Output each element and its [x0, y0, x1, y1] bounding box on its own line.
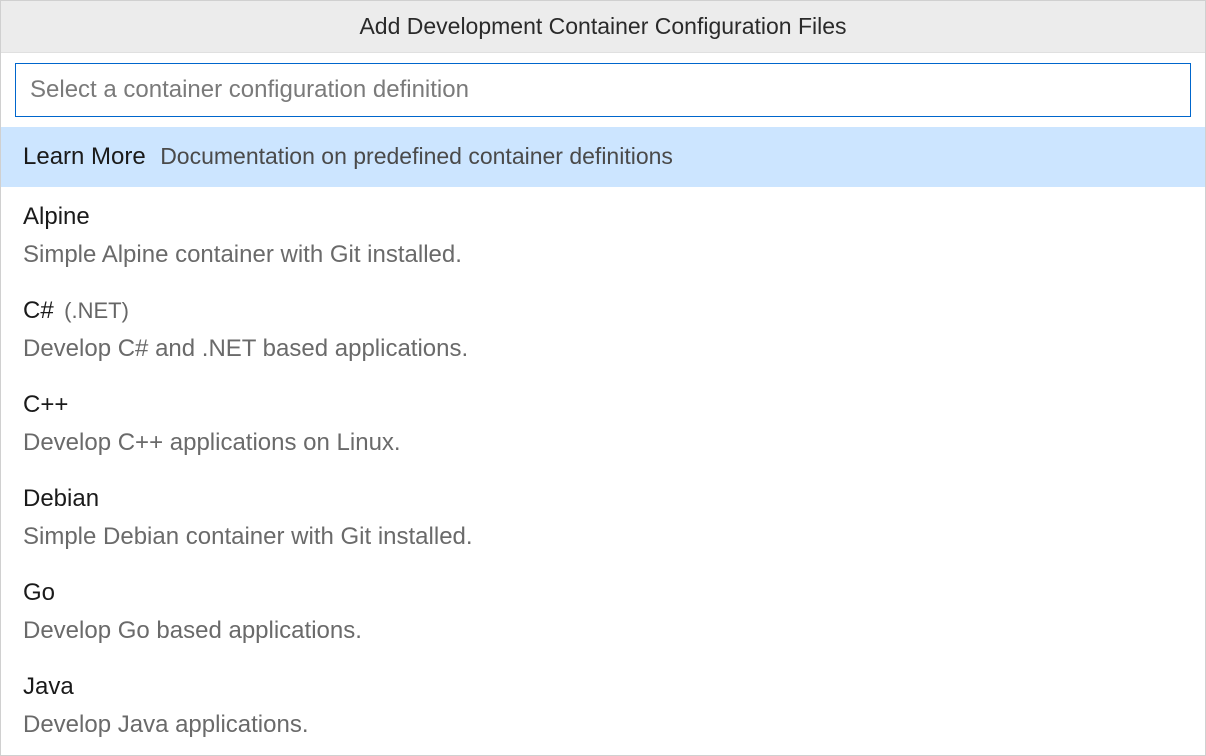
option-java8[interactable]: Java 8 — [1, 751, 1205, 755]
option-description: Develop C# and .NET based applications. — [23, 331, 1183, 367]
option-title: Alpine — [23, 203, 90, 230]
options-list: Learn More Documentation on predefined c… — [1, 127, 1205, 755]
quickpick-panel: Add Development Container Configuration … — [0, 0, 1206, 756]
search-input[interactable] — [15, 63, 1191, 117]
option-debian[interactable]: Debian Simple Debian container with Git … — [1, 469, 1205, 563]
option-description: Develop Java applications. — [23, 707, 1183, 743]
learn-more-label: Learn More — [23, 143, 146, 170]
option-title: Go — [23, 579, 55, 606]
option-cpp[interactable]: C++ Develop C++ applications on Linux. — [1, 375, 1205, 469]
option-title: C++ — [23, 391, 68, 418]
option-suffix: (.NET) — [64, 298, 129, 323]
panel-title: Add Development Container Configuration … — [1, 1, 1205, 53]
option-description: Develop Go based applications. — [23, 613, 1183, 649]
option-java[interactable]: Java Develop Java applications. — [1, 657, 1205, 751]
option-title: Debian — [23, 485, 99, 512]
option-description: Develop C++ applications on Linux. — [23, 425, 1183, 461]
option-title: C# — [23, 297, 54, 324]
search-wrapper — [1, 53, 1205, 127]
learn-more-item[interactable]: Learn More Documentation on predefined c… — [1, 127, 1205, 187]
option-csharp[interactable]: C# (.NET) Develop C# and .NET based appl… — [1, 281, 1205, 375]
option-description: Simple Alpine container with Git install… — [23, 237, 1183, 273]
option-title: Java — [23, 673, 74, 700]
option-alpine[interactable]: Alpine Simple Alpine container with Git … — [1, 187, 1205, 281]
learn-more-description: Documentation on predefined container de… — [160, 143, 673, 169]
option-go[interactable]: Go Develop Go based applications. — [1, 563, 1205, 657]
option-description: Simple Debian container with Git install… — [23, 519, 1183, 555]
